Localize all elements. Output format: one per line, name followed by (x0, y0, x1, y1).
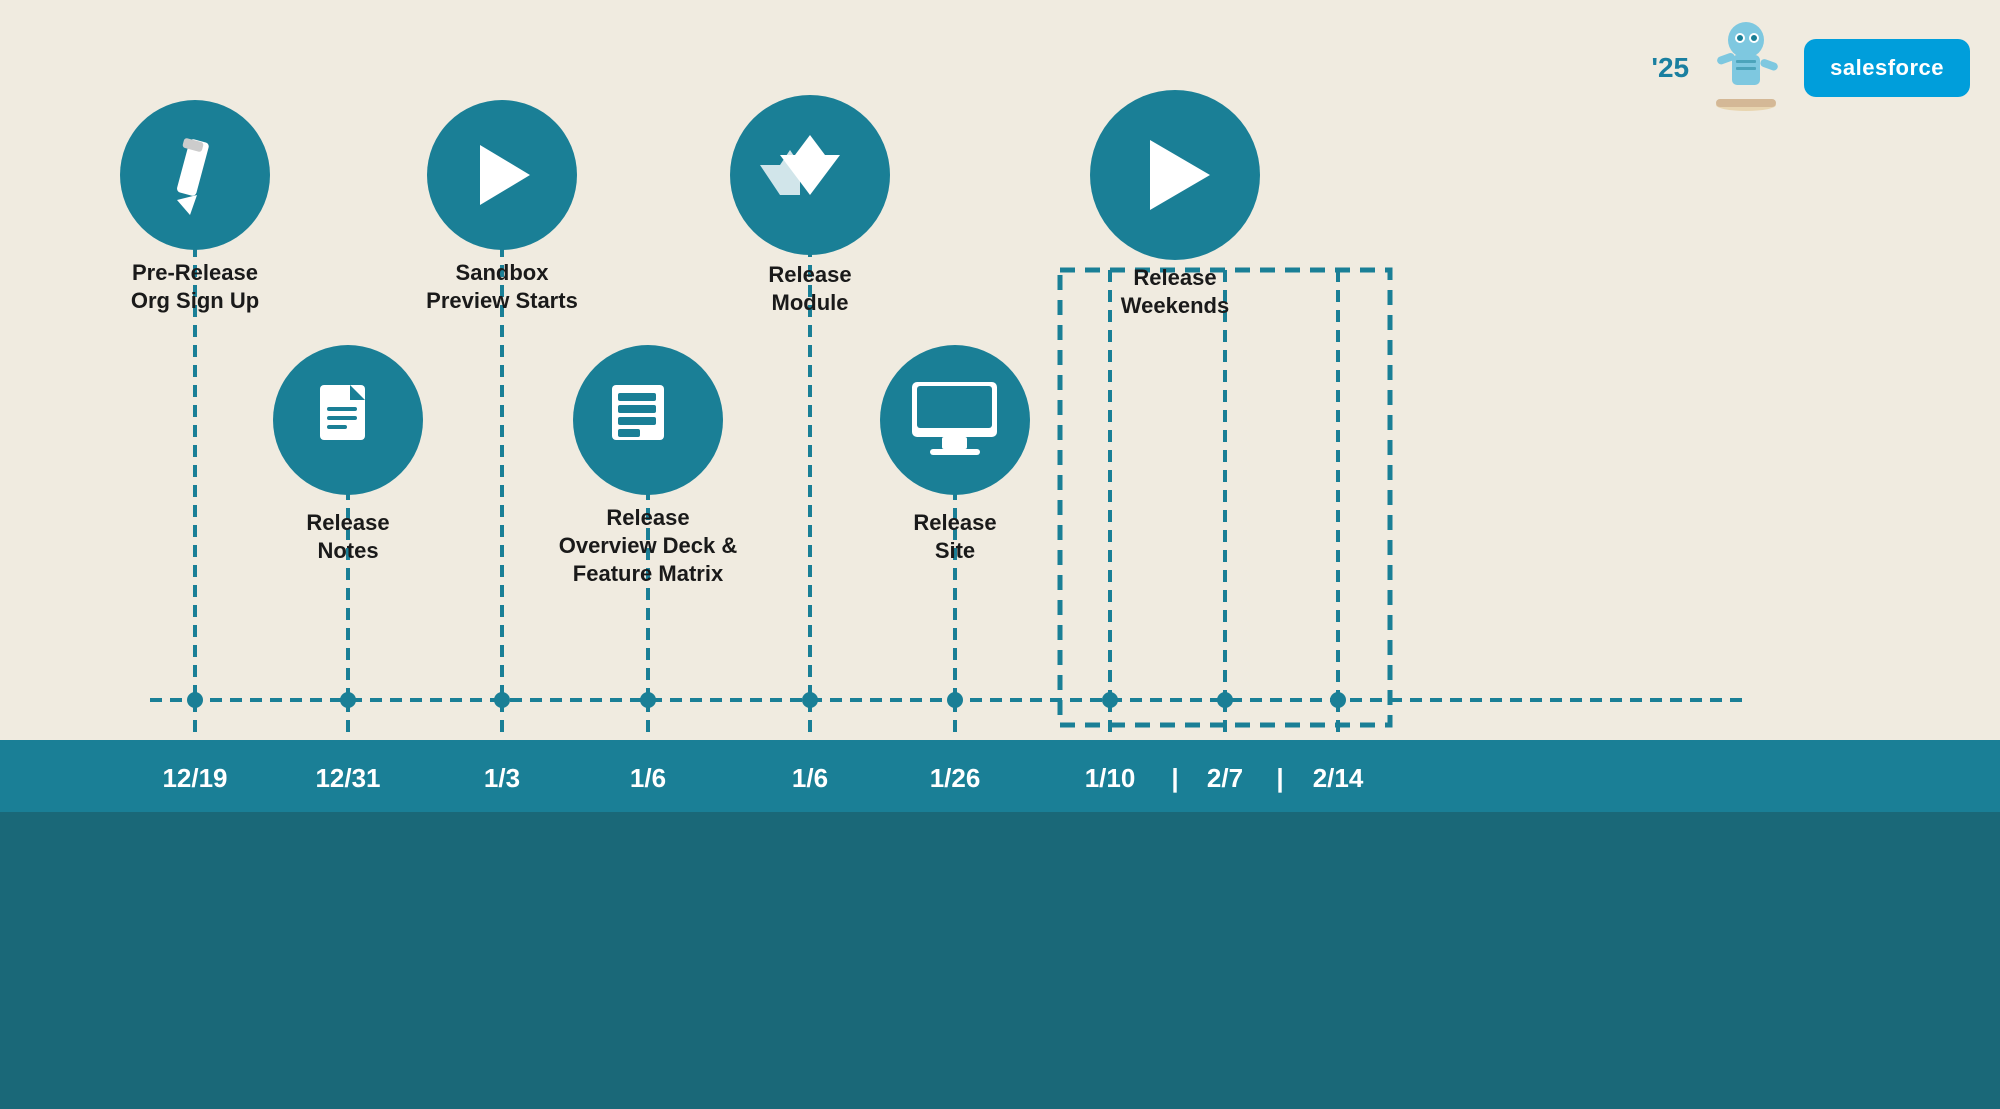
svg-text:Org Sign Up: Org Sign Up (131, 288, 259, 313)
svg-text:Weekends: Weekends (1121, 293, 1229, 318)
svg-text:Release: Release (306, 510, 389, 535)
year-badge: '25 (1651, 52, 1689, 84)
svg-text:1/3: 1/3 (484, 763, 520, 793)
svg-text:1/26: 1/26 (930, 763, 981, 793)
salesforce-logo: salesforce (1804, 39, 1970, 97)
svg-text:12/31: 12/31 (315, 763, 380, 793)
svg-text:1/6: 1/6 (630, 763, 666, 793)
svg-text:Release: Release (768, 262, 851, 287)
svg-text:|: | (1171, 763, 1178, 793)
svg-text:1/6: 1/6 (792, 763, 828, 793)
svg-text:Notes: Notes (317, 538, 378, 563)
astro-character (1704, 20, 1789, 115)
svg-text:Module: Module (772, 290, 849, 315)
svg-text:Site: Site (935, 538, 975, 563)
svg-text:1/10: 1/10 (1085, 763, 1136, 793)
branding-area: '25 salesforce (1651, 20, 1970, 115)
svg-text:12/19: 12/19 (162, 763, 227, 793)
svg-text:Sandbox: Sandbox (456, 260, 550, 285)
svg-text:2/14: 2/14 (1313, 763, 1364, 793)
svg-text:Overview Deck &: Overview Deck & (559, 533, 738, 558)
svg-text:Release: Release (1133, 265, 1216, 290)
svg-text:Feature Matrix: Feature Matrix (573, 561, 724, 586)
timeline-svg: .milestone-label { font-family: Arial, s… (0, 0, 2000, 1109)
svg-text:|: | (1276, 763, 1283, 793)
svg-text:Release: Release (913, 510, 996, 535)
svg-text:Release: Release (606, 505, 689, 530)
svg-text:2/7: 2/7 (1207, 763, 1243, 793)
svg-text:Pre-Release: Pre-Release (132, 260, 258, 285)
svg-text:Preview Starts: Preview Starts (426, 288, 578, 313)
